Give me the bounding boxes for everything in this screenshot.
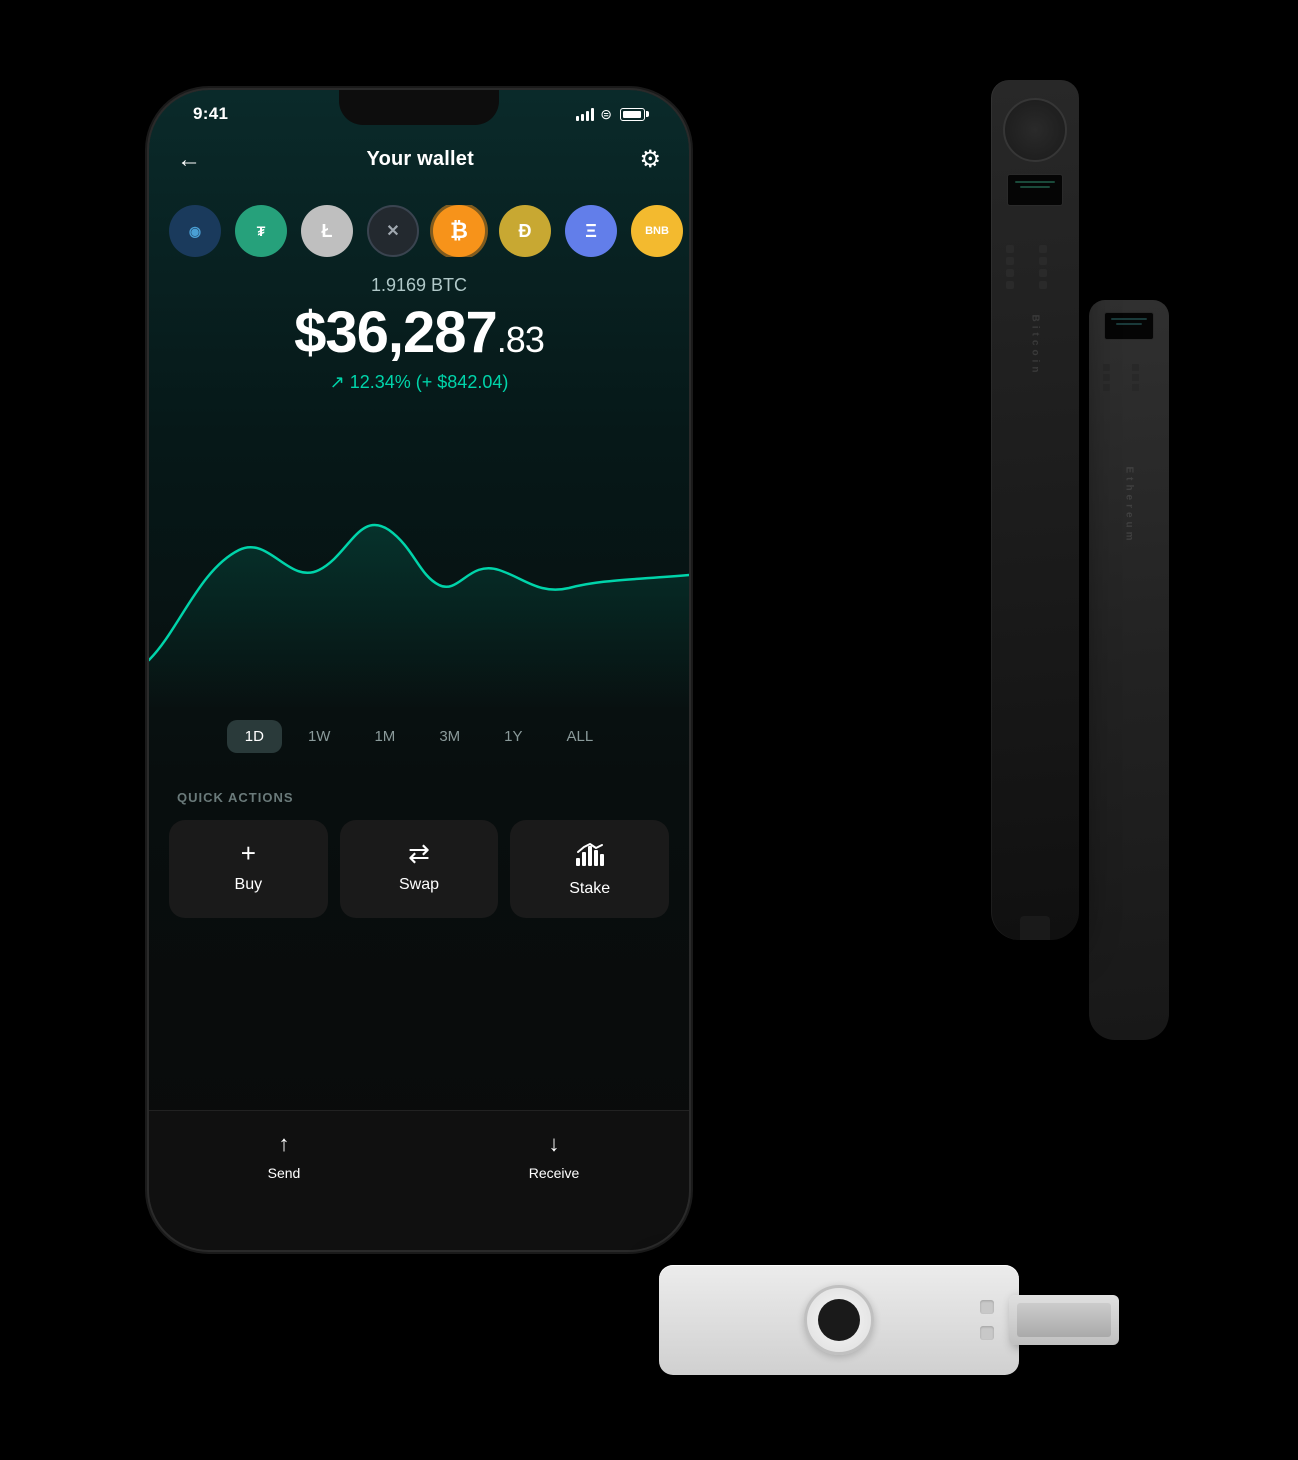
- battery-icon: [620, 108, 645, 121]
- time-btn-all[interactable]: ALL: [549, 720, 612, 753]
- price-chart: [149, 430, 689, 710]
- hw1-buttons-grid: [1001, 240, 1069, 294]
- coin-eth[interactable]: Ξ: [565, 205, 617, 257]
- coin-btc[interactable]: ₿: [433, 205, 485, 257]
- app-header: ← Your wallet ⚙: [149, 145, 689, 174]
- hw1-screen: [1007, 174, 1063, 206]
- page-title: Your wallet: [367, 148, 474, 171]
- status-icons: ⊜: [576, 106, 645, 123]
- quick-actions-label: QUICK ACTIONS: [177, 790, 294, 805]
- time-btn-1y[interactable]: 1Y: [486, 720, 540, 753]
- coin-bnb[interactable]: BNB: [631, 205, 683, 257]
- nano-s-button[interactable]: [804, 1285, 874, 1355]
- receive-label: Receive: [529, 1165, 580, 1181]
- swap-label: Swap: [399, 876, 439, 894]
- hw2-label: Ethereum: [1124, 466, 1135, 544]
- balance-usd-whole: $36,287: [294, 300, 497, 365]
- time-btn-1d[interactable]: 1D: [227, 720, 282, 753]
- status-time: 9:41: [193, 104, 228, 124]
- settings-button[interactable]: ⚙: [639, 145, 661, 174]
- phone-device: 9:41 ⊜ ← Your wallet: [149, 90, 689, 1250]
- scene: 9:41 ⊜ ← Your wallet: [99, 40, 1199, 1420]
- stake-icon: [576, 840, 604, 870]
- buy-icon: +: [241, 840, 256, 866]
- coin-xrp[interactable]: ✕: [367, 205, 419, 257]
- hw1-connector: [1020, 916, 1050, 940]
- nano-s-btn-right[interactable]: [980, 1326, 994, 1340]
- swap-icon: ⇄: [408, 840, 430, 866]
- nano-s-btn-left[interactable]: [980, 1300, 994, 1314]
- send-nav-item[interactable]: ↑ Send: [149, 1131, 419, 1181]
- crypto-selector-row: ◉ ₮ Ł ✕ ₿ Ð Ξ BNB A: [149, 205, 689, 257]
- swap-button[interactable]: ⇄ Swap: [340, 820, 499, 918]
- phone-screen: 9:41 ⊜ ← Your wallet: [149, 90, 689, 1250]
- buy-button[interactable]: + Buy: [169, 820, 328, 918]
- receive-icon: ↓: [549, 1131, 560, 1157]
- balance-crypto: 1.9169 BTC: [149, 275, 689, 296]
- send-icon: ↑: [279, 1131, 290, 1157]
- balance-change: ↗ 12.34% (+ $842.04): [149, 372, 689, 393]
- receive-nav-item[interactable]: ↓ Receive: [419, 1131, 689, 1181]
- hw1-top-button[interactable]: [1003, 98, 1067, 162]
- buy-label: Buy: [235, 876, 263, 894]
- wifi-icon: ⊜: [600, 106, 612, 123]
- hw2-screen: [1104, 312, 1154, 340]
- signal-icon: [576, 107, 594, 121]
- hw2-buttons-grid: [1099, 360, 1159, 395]
- send-label: Send: [268, 1165, 301, 1181]
- bottom-nav: ↑ Send ↓ Receive: [149, 1110, 689, 1250]
- coin-other[interactable]: ◉: [169, 205, 221, 257]
- balance-usd: $36,287.83: [149, 304, 689, 362]
- coin-doge[interactable]: Ð: [499, 205, 551, 257]
- back-button[interactable]: ←: [177, 146, 201, 174]
- nano-s-body: [659, 1265, 1019, 1375]
- time-btn-1m[interactable]: 1M: [356, 720, 413, 753]
- nano-s-usb: [1009, 1295, 1119, 1345]
- coin-ltc[interactable]: Ł: [301, 205, 353, 257]
- time-selector: 1D 1W 1M 3M 1Y ALL: [149, 720, 689, 753]
- phone-notch: [339, 90, 499, 125]
- hw1-label: Bitcoin: [1030, 315, 1041, 377]
- stake-button[interactable]: Stake: [510, 820, 669, 918]
- time-btn-3m[interactable]: 3M: [421, 720, 478, 753]
- time-btn-1w[interactable]: 1W: [290, 720, 349, 753]
- hardware-nano-s: [659, 1260, 1119, 1380]
- hardware-wallet-1: Bitcoin: [991, 80, 1079, 940]
- quick-actions-row: + Buy ⇄ Swap: [169, 820, 669, 918]
- chart-svg: [149, 430, 689, 710]
- coin-usdt[interactable]: ₮: [235, 205, 287, 257]
- balance-section: 1.9169 BTC $36,287.83 ↗ 12.34% (+ $842.0…: [149, 275, 689, 393]
- balance-usd-cents: .83: [497, 319, 544, 360]
- stake-label: Stake: [569, 880, 610, 898]
- hardware-wallet-2: Ethereum: [1089, 300, 1169, 1040]
